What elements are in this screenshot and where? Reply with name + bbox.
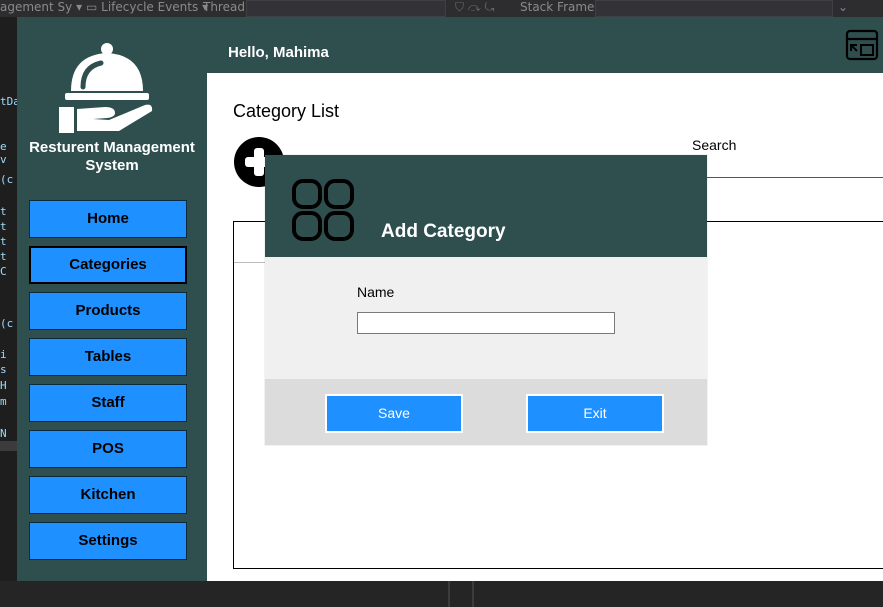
search-input[interactable] — [692, 177, 883, 178]
dialog-footer: Save Exit — [265, 379, 707, 445]
nav-products-button[interactable]: Products — [29, 292, 187, 330]
name-label: Name — [357, 284, 395, 300]
nav-tables-button[interactable]: Tables — [29, 338, 187, 376]
gutter-fragment: t — [0, 220, 7, 233]
filter-icon[interactable]: ⛉ ⤼ ⤿ — [455, 0, 494, 17]
nav-settings-button[interactable]: Settings — [29, 522, 187, 560]
project-dropdown[interactable]: agement Sy ▾ — [0, 0, 82, 17]
dialog-header: Add Category — [265, 155, 707, 257]
nav-staff-button[interactable]: Staff — [29, 384, 187, 422]
nav-home-button[interactable]: Home — [29, 200, 187, 238]
sidebar: Resturent Management System Home Categor… — [17, 17, 207, 581]
nav-pos-button[interactable]: POS — [29, 430, 187, 468]
save-button[interactable]: Save — [325, 394, 463, 433]
gutter-fragment: C — [0, 265, 7, 278]
exit-button[interactable]: Exit — [526, 394, 664, 433]
gutter-fragment: s — [0, 363, 7, 376]
gutter-fragment: e v — [0, 140, 7, 166]
nav-categories-button[interactable]: Categories — [29, 246, 187, 284]
search-label: Search — [692, 137, 737, 153]
ide-toolbar: agement Sy ▾ ▭ Lifecycle Events ▾ Thread… — [0, 0, 883, 17]
stack-frame-label: Stack Frame: — [520, 0, 599, 14]
cloche-serving-hand-icon — [59, 43, 153, 133]
window-restore-icon[interactable] — [845, 29, 879, 61]
ide-bottom-panel — [0, 581, 883, 607]
dialog-title: Add Category — [381, 221, 506, 242]
thread-dropdown[interactable] — [246, 0, 446, 17]
app-name: Resturent Management System — [29, 139, 195, 174]
gutter-fragment: m — [0, 395, 7, 408]
project-dropdown-label: agement Sy — [0, 0, 73, 14]
nav-kitchen-button[interactable]: Kitchen — [29, 476, 187, 514]
add-category-dialog: Add Category Name Save Exit — [265, 155, 707, 445]
stack-frame-dropdown[interactable] — [595, 0, 833, 17]
gutter-fragment: i — [0, 348, 7, 361]
name-field[interactable] — [357, 312, 615, 334]
gutter-fragment: t — [0, 250, 7, 263]
gutter-fragment: t — [0, 205, 7, 218]
gutter-fragment: (c — [0, 317, 14, 330]
panel-divider — [448, 581, 450, 607]
page-title: Category List — [233, 101, 340, 121]
code-gutter: tDa e v (c t t t t C (c i s H m N — [0, 17, 20, 607]
panel-divider — [472, 581, 474, 607]
greeting-text: Hello, Mahima — [228, 44, 329, 61]
lifecycle-events-dropdown[interactable]: ▭ Lifecycle Events ▾ — [86, 0, 208, 17]
gutter-fragment: (c — [0, 173, 14, 186]
gutter-fragment: N — [0, 427, 7, 440]
lifecycle-events-label: Lifecycle Events — [101, 0, 199, 14]
gutter-scroll-marker — [0, 441, 17, 451]
gutter-fragment: t — [0, 235, 7, 248]
category-grid-icon — [292, 179, 354, 241]
thread-label: Thread: — [203, 0, 250, 14]
toolbar-overflow-icon[interactable]: ⌄ — [838, 0, 848, 17]
gutter-fragment: H — [0, 379, 7, 392]
